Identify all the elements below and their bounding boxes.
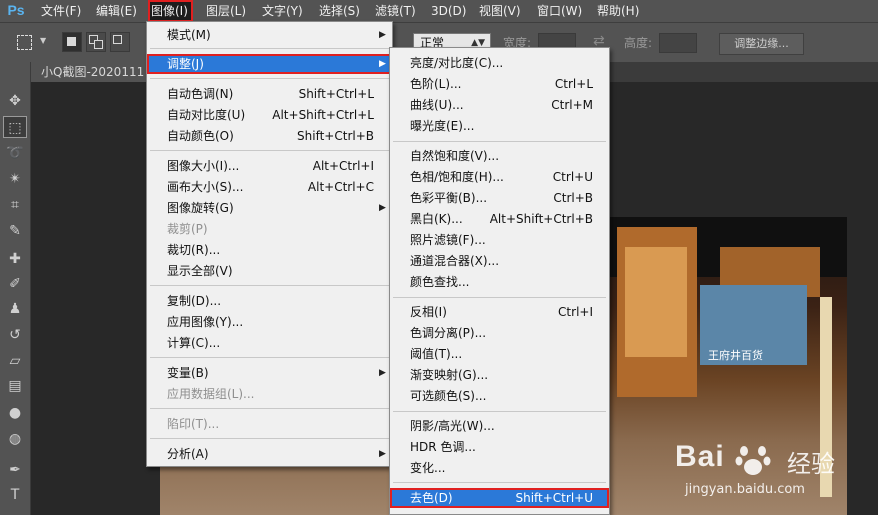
watermark-suffix: 经验 [787,450,835,478]
menu-item-image-size[interactable]: 图像大小(I)... Alt+Ctrl+I [147,156,392,176]
healing-brush-icon[interactable]: ✚ [3,248,27,270]
menu-item-auto-tone[interactable]: 自动色调(N) Shift+Ctrl+L [147,84,392,104]
adjustments-submenu: 亮度/对比度(C)... 色阶(L)... Ctrl+L 曲线(U)... Ctrl… [389,47,610,515]
menu-3d[interactable]: 3D(D) [431,0,466,22]
blur-tool-icon[interactable]: ● [3,402,27,424]
menu-item-threshold[interactable]: 阈值(T)... [390,344,609,364]
menu-item-adjustments[interactable]: 调整(J) ▶ [147,54,392,74]
submenu-arrow-icon: ▶ [379,368,386,378]
refine-edge-button[interactable]: 调整边缘... [719,33,804,55]
history-brush-icon[interactable]: ↺ [3,324,27,346]
menu-item-brightness-contrast[interactable]: 亮度/对比度(C)... [390,53,609,73]
menu-item-duplicate[interactable]: 复制(D)... [147,291,392,311]
eyedropper-icon[interactable]: ✎ [3,220,27,242]
new-selection-icon [67,37,76,46]
menu-item-desaturate[interactable]: 去色(D) Shift+Ctrl+U [390,488,609,508]
menu-item-analysis[interactable]: 分析(A) ▶ [147,444,392,464]
brush-tool-icon[interactable]: ✐ [3,273,27,295]
lasso-tool-icon[interactable]: ➰ [3,142,27,164]
menu-item-black-white[interactable]: 黑白(K)... Alt+Shift+Ctrl+B [390,209,609,229]
type-tool-icon[interactable]: T [3,484,27,506]
watermark-url: jingyan.baidu.com [685,482,805,497]
height-field[interactable] [659,33,697,53]
menu-item-calculations[interactable]: 计算(C)... [147,333,392,353]
dodge-tool-icon[interactable]: ◍ [3,428,27,450]
menu-type[interactable]: 文字(Y) [262,0,303,22]
menu-window[interactable]: 窗口(W) [537,0,582,22]
menu-item-apply-image[interactable]: 应用图像(Y)... [147,312,392,332]
menu-item-selective-color[interactable]: 可选颜色(S)... [390,386,609,406]
gradient-tool-icon[interactable]: ▤ [3,375,27,397]
menu-item-crop: 裁剪(P) [167,222,208,236]
watermark: Bai 经验 jingyan.baidu.com [675,440,875,510]
menu-item-image-rotation[interactable]: 图像旋转(G) ▶ [147,198,392,218]
menu-item-color-lookup[interactable]: 颜色查找... [390,272,609,292]
menu-item-apply-data-set: 应用数据组(L)... [167,387,255,401]
baidu-logo: Bai [675,440,725,473]
menu-item-gradient-map[interactable]: 渐变映射(G)... [390,365,609,385]
submenu-arrow-icon: ▶ [379,203,386,213]
chevron-down-icon[interactable]: ▼ [40,36,46,45]
menu-item-invert[interactable]: 反相(I) Ctrl+I [390,302,609,322]
menu-item-hue-saturation[interactable]: 色相/饱和度(H)... Ctrl+U [390,167,609,187]
menu-item-posterize[interactable]: 色调分离(P)... [390,323,609,343]
menu-item-photo-filter[interactable]: 照片滤镜(F)... [390,230,609,250]
eraser-icon[interactable]: ▱ [3,350,27,372]
add-selection-button[interactable] [86,32,106,52]
menu-item-variations[interactable]: 变化... [390,458,609,478]
menu-item-trap: 陷印(T)... [167,417,220,431]
menu-item-canvas-size[interactable]: 画布大小(S)... Alt+Ctrl+C [147,177,392,197]
menu-item-hdr-toning[interactable]: HDR 色调... [390,437,609,457]
new-selection-button[interactable] [62,32,82,52]
paw-icon [735,446,771,475]
marquee-preset-icon[interactable] [17,35,32,50]
menu-filter[interactable]: 滤镜(T) [375,0,416,22]
submenu-arrow-icon: ▶ [379,59,386,69]
menu-item-exposure[interactable]: 曝光度(E)... [390,116,609,136]
menu-item-auto-color[interactable]: 自动颜色(O) Shift+Ctrl+B [147,126,392,146]
menu-item-color-balance[interactable]: 色彩平衡(B)... Ctrl+B [390,188,609,208]
marquee-tool-icon[interactable]: ⬚ [3,116,27,138]
tools-panel: ✥ ⬚ ➰ ✴ ⌗ ✎ ✚ ✐ ♟ ↺ ▱ ▤ ● ◍ ✒ T [0,62,31,515]
menu-item-curves[interactable]: 曲线(U)... Ctrl+M [390,95,609,115]
magic-wand-icon[interactable]: ✴ [3,168,27,190]
menu-item-levels[interactable]: 色阶(L)... Ctrl+L [390,74,609,94]
menu-item-trim[interactable]: 裁切(R)... [147,240,392,260]
menu-item-channel-mixer[interactable]: 通道混合器(X)... [390,251,609,271]
menu-item-auto-contrast[interactable]: 自动对比度(U) Alt+Shift+Ctrl+L [147,105,392,125]
menu-edit[interactable]: 编辑(E) [96,0,137,22]
crop-tool-icon[interactable]: ⌗ [3,194,27,216]
menu-layer[interactable]: 图层(L) [206,0,246,22]
photoshop-logo: Ps [7,2,25,18]
menu-item-variables[interactable]: 变量(B) ▶ [147,363,392,383]
menu-image[interactable]: 图像(I) [148,0,193,22]
menu-item-vibrance[interactable]: 自然饱和度(V)... [390,146,609,166]
submenu-arrow-icon: ▶ [379,449,386,459]
menu-item-shadows-highlights[interactable]: 阴影/高光(W)... [390,416,609,436]
menu-view[interactable]: 视图(V) [479,0,521,22]
move-tool-icon[interactable]: ✥ [3,90,27,112]
menu-help[interactable]: 帮助(H) [597,0,639,22]
menu-file[interactable]: 文件(F) [41,0,81,22]
clone-stamp-icon[interactable]: ♟ [3,298,27,320]
photo-sign-text: 王府井百货 [708,349,763,362]
menu-select[interactable]: 选择(S) [319,0,360,22]
height-label: 高度: [624,36,653,50]
submenu-arrow-icon: ▶ [379,30,386,40]
menu-item-mode[interactable]: 模式(M) ▶ [147,25,392,45]
subtract-selection-icon [113,35,122,44]
document-tab[interactable]: 小Q截图-2020111 [31,62,149,82]
image-menu: 模式(M) ▶ 调整(J) ▶ 自动色调(N) Shift+Ctrl+L 自动对比度(… [146,21,393,467]
menu-item-reveal-all[interactable]: 显示全部(V) [147,261,392,281]
subtract-selection-button[interactable] [110,32,130,52]
pen-tool-icon[interactable]: ✒ [3,459,27,481]
menu-bar: Ps 文件(F) 编辑(E) 图像(I) 图层(L) 文字(Y) 选择(S) 滤… [0,0,878,22]
